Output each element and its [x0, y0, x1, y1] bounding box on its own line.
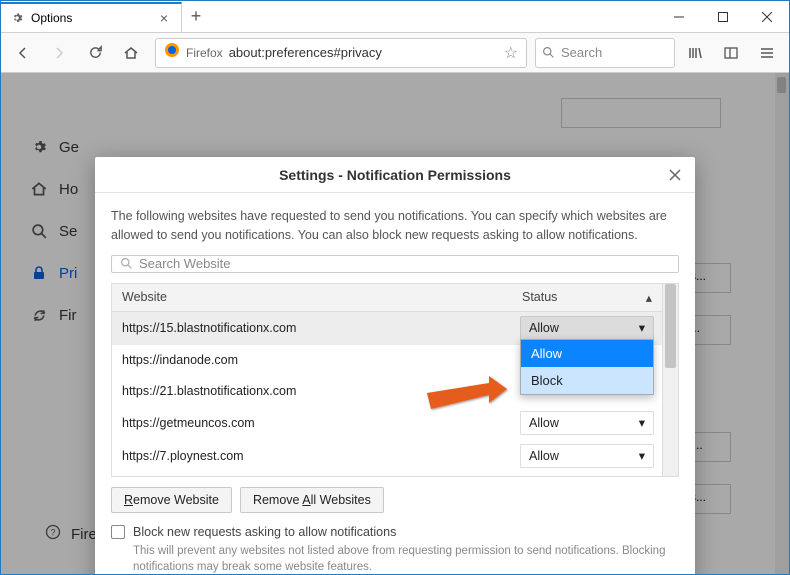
search-website-input[interactable]: Search Website: [111, 255, 679, 273]
status-selector[interactable]: Allow ▾: [520, 411, 654, 435]
gear-icon: [9, 10, 25, 26]
notification-permissions-dialog: Settings - Notification Permissions The …: [95, 157, 695, 574]
website-cell: https://21.blastnotificationx.com: [112, 376, 512, 406]
search-icon: [120, 257, 133, 270]
search-box[interactable]: Search: [535, 38, 675, 68]
reload-button[interactable]: [79, 37, 111, 69]
minimize-button[interactable]: [657, 2, 701, 32]
address-bar[interactable]: Firefox about:preferences#privacy ☆: [155, 38, 527, 68]
forward-button[interactable]: [43, 37, 75, 69]
status-selector[interactable]: Allow ▾: [520, 444, 654, 468]
block-requests-checkbox[interactable]: [111, 525, 125, 539]
sidebar-button[interactable]: [715, 37, 747, 69]
bookmark-star-icon[interactable]: ☆: [504, 43, 518, 63]
window-controls: [657, 2, 789, 32]
dialog-title: Settings - Notification Permissions: [279, 167, 511, 183]
chevron-down-icon: ▾: [639, 448, 645, 463]
firefox-window: Options × + Firefox about:preferences#pr…: [0, 0, 790, 575]
maximize-button[interactable]: [701, 2, 745, 32]
table-row[interactable]: https://getmeuncos.com Allow ▾: [112, 407, 662, 440]
block-requests-checkbox-row: Block new requests asking to allow notif…: [111, 525, 679, 539]
status-selector[interactable]: Allow ▾: [520, 316, 654, 340]
status-value: Allow: [529, 416, 559, 430]
remove-website-button[interactable]: Remove Website: [111, 487, 232, 513]
title-bar: Options × +: [1, 1, 789, 33]
block-requests-label: Block new requests asking to allow notif…: [133, 525, 396, 539]
website-cell: https://7.ploynest.com: [112, 441, 512, 471]
remove-buttons-row: Remove Website Remove All Websites: [111, 487, 679, 513]
browser-tab[interactable]: Options ×: [1, 2, 182, 32]
permissions-table: Website Status ▴ https://15.blastnotific…: [111, 283, 679, 477]
close-tab-icon[interactable]: ×: [157, 11, 171, 25]
table-row[interactable]: https://15.blastnotificationx.com Allow …: [112, 312, 662, 345]
table-row[interactable]: https://7.ploynest.com Allow ▾: [112, 440, 662, 473]
table-header: Website Status ▴: [112, 284, 662, 312]
chevron-down-icon: ▾: [639, 415, 645, 430]
browser-toolbar: Firefox about:preferences#privacy ☆ Sear…: [1, 33, 789, 73]
block-requests-description: This will prevent any websites not liste…: [133, 543, 679, 574]
url-text: about:preferences#privacy: [229, 45, 498, 60]
status-value: Allow: [529, 321, 559, 335]
dropdown-option-block[interactable]: Block: [521, 367, 653, 394]
menu-button[interactable]: [751, 37, 783, 69]
status-value: Allow: [529, 449, 559, 463]
column-status[interactable]: Status ▴: [512, 284, 662, 311]
search-placeholder: Search Website: [139, 256, 231, 271]
search-icon: [542, 46, 555, 59]
firefox-label: Firefox: [186, 46, 223, 60]
column-website[interactable]: Website: [112, 284, 512, 311]
dialog-body: The following websites have requested to…: [95, 193, 695, 574]
dropdown-option-allow[interactable]: Allow: [521, 340, 653, 367]
website-cell: https://indanode.com: [112, 345, 512, 375]
website-cell: https://getmeuncos.com: [112, 408, 512, 438]
column-status-label: Status: [522, 290, 557, 304]
dialog-header: Settings - Notification Permissions: [95, 157, 695, 193]
library-button[interactable]: [679, 37, 711, 69]
dialog-description: The following websites have requested to…: [111, 207, 679, 245]
status-dropdown: Allow Block: [520, 339, 654, 395]
page-content: Ge Ho Se Pri Fir ? Fire: [1, 73, 789, 574]
dialog-close-button[interactable]: [665, 165, 685, 185]
sort-arrow-icon: ▴: [646, 290, 652, 305]
home-button[interactable]: [115, 37, 147, 69]
table-scrollbar[interactable]: [662, 284, 678, 476]
tab-title: Options: [31, 11, 151, 25]
close-window-button[interactable]: [745, 2, 789, 32]
firefox-logo-icon: [164, 42, 180, 63]
chevron-down-icon: ▾: [639, 320, 645, 335]
new-tab-button[interactable]: +: [182, 6, 210, 27]
search-placeholder: Search: [561, 45, 602, 60]
website-cell: https://15.blastnotificationx.com: [112, 313, 512, 343]
remove-all-websites-button[interactable]: Remove All Websites: [240, 487, 384, 513]
back-button[interactable]: [7, 37, 39, 69]
